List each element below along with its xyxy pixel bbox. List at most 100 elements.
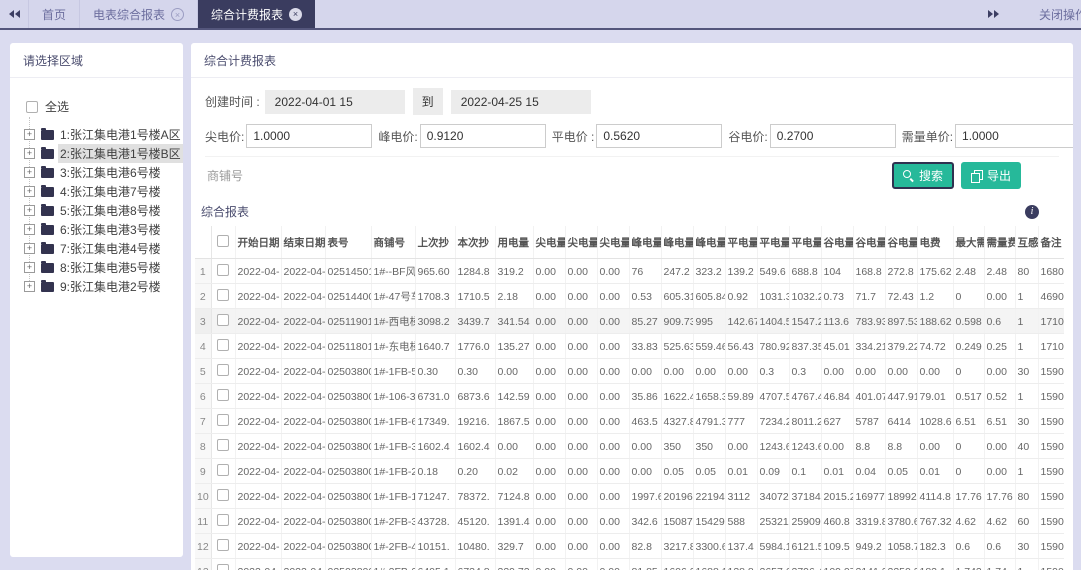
price-input[interactable] — [955, 124, 1073, 148]
expand-tabs-icon[interactable] — [979, 10, 1007, 18]
date-to-label: 到 — [412, 88, 443, 115]
column-header-15[interactable]: 平电量 — [789, 226, 822, 259]
column-header-7[interactable]: 尖电量 — [533, 226, 566, 259]
expand-icon[interactable]: + — [24, 262, 35, 273]
row-checkbox[interactable] — [217, 514, 229, 526]
expand-icon[interactable]: + — [24, 243, 35, 254]
cell: 17.76 — [984, 483, 1016, 509]
tree-item[interactable]: +8:张江集电港5号楼 — [24, 250, 173, 277]
row-checkbox[interactable] — [217, 339, 229, 351]
tab-1[interactable]: 电表综合报表 × — [80, 0, 199, 28]
table-row[interactable]: 10 2022-04- 2022-04- 02503800 1#-1FB-1 71247.… — [195, 483, 1064, 509]
column-header-6[interactable]: 用电量 — [495, 226, 534, 259]
column-header-0[interactable]: 开始日期 — [235, 226, 282, 259]
tree-item[interactable]: +4:张江集电港7号楼 — [24, 174, 173, 201]
tree-item[interactable]: +3:张江集电港6号楼 — [24, 155, 173, 182]
column-header-14[interactable]: 平电量 — [757, 226, 790, 259]
row-checkbox[interactable] — [217, 414, 229, 426]
tab-close-icon[interactable]: × — [289, 7, 303, 21]
row-checkbox[interactable] — [217, 314, 229, 326]
price-input[interactable] — [769, 124, 896, 148]
expand-icon[interactable]: + — [24, 281, 35, 292]
tree-item[interactable]: +9:张江集电港2号楼 — [24, 269, 173, 296]
row-checkbox[interactable] — [217, 464, 229, 476]
export-button[interactable]: 导出 — [960, 162, 1021, 189]
table-row[interactable]: 7 2022-04- 2022-04- 02503800 1#-1FB-6 17349. 1… — [195, 408, 1064, 434]
row-checkbox[interactable] — [217, 264, 229, 276]
table-row[interactable]: 6 2022-04- 2022-04- 02503800 1#-106-3 6731.0 6… — [195, 383, 1064, 409]
select-all-checkbox[interactable] — [26, 100, 38, 113]
date-from-input[interactable] — [264, 89, 405, 114]
row-checkbox[interactable] — [217, 489, 229, 501]
tree-item[interactable]: +6:张江集电港3号楼 — [24, 212, 173, 239]
table-row[interactable]: 8 2022-04- 2022-04- 02503800 1#-1FB-3 1602.4 1… — [195, 433, 1064, 459]
expand-icon[interactable]: + — [24, 205, 35, 216]
price-input[interactable] — [596, 124, 723, 148]
collapse-tabs-icon[interactable] — [0, 0, 28, 28]
cell: 0.00 — [533, 433, 566, 459]
column-header-12[interactable]: 峰电量 — [693, 226, 726, 259]
column-header-16[interactable]: 谷电量 — [821, 226, 854, 259]
tab-2[interactable]: 综合计费报表 × — [198, 0, 316, 28]
tree-item[interactable]: +5:张江集电港8号楼 — [24, 193, 173, 220]
shop-number-input[interactable] — [205, 163, 892, 188]
column-header-5[interactable]: 本次抄 — [455, 226, 496, 259]
expand-icon[interactable]: + — [24, 129, 35, 140]
column-header-20[interactable]: 最大需 — [953, 226, 985, 259]
expand-icon[interactable]: + — [24, 148, 35, 159]
table-row[interactable]: 32022-04-2022-04-025119011#-西电梯3098.2343… — [195, 308, 1064, 334]
tree-item[interactable]: +1:张江集电港1号楼A区 — [24, 117, 181, 144]
cell: 1391.4 — [495, 508, 534, 534]
column-header-18[interactable]: 谷电量 — [885, 226, 918, 259]
table-row[interactable]: 1 2022-04- 2022-04- 02514501 1#--BF风 965.60 12… — [195, 258, 1064, 284]
table-row[interactable]: 12 2022-04- 2022-04- 02503800 1#-2FB-4 10151.… — [195, 533, 1064, 559]
row-checkbox[interactable] — [217, 389, 229, 401]
select-all-label: 全选 — [45, 100, 70, 114]
column-header-21[interactable]: 需量费 — [984, 226, 1016, 259]
cell: 588 — [725, 508, 758, 534]
column-header-1[interactable]: 结束日期 — [281, 226, 326, 259]
tab-close-icon[interactable]: × — [171, 7, 185, 21]
column-header-13[interactable]: 平电量 — [725, 226, 758, 259]
search-button[interactable]: 搜索 — [891, 162, 954, 189]
table-row[interactable]: 42022-04-2022-04-025118011#-东电梯1640.7177… — [195, 333, 1064, 359]
price-input[interactable] — [246, 124, 373, 148]
row-number: 10 — [195, 483, 212, 509]
expand-icon[interactable]: + — [24, 167, 35, 178]
row-checkbox[interactable] — [217, 439, 229, 451]
column-header-10[interactable]: 峰电量 — [629, 226, 662, 259]
cell: 0.00 — [661, 358, 694, 384]
column-header-2[interactable]: 表号 — [325, 226, 372, 259]
tree-item[interactable]: +7:张江集电港4号楼 — [24, 231, 173, 258]
table-row[interactable]: 9 2022-04- 2022-04- 02503800 1#-1FB-2 0.18 0.2… — [195, 458, 1064, 484]
close-operations-menu[interactable]: 关闭操作 — [1039, 6, 1081, 23]
column-header-11[interactable]: 峰电量 — [661, 226, 694, 259]
column-header-8[interactable]: 尖电量 — [565, 226, 598, 259]
column-header-22[interactable]: 互感器 — [1015, 226, 1039, 259]
row-checkbox[interactable] — [217, 364, 229, 376]
column-header-19[interactable]: 电费 — [917, 226, 954, 259]
tree-item[interactable]: +2:张江集电港1号楼B区 — [24, 136, 183, 163]
column-header-23[interactable]: 备注 — [1038, 226, 1064, 259]
date-to-input[interactable] — [450, 89, 591, 114]
cell: 02503800 — [325, 483, 372, 509]
tab-0[interactable]: 首页 — [28, 0, 81, 28]
column-header-4[interactable]: 上次抄 — [415, 226, 456, 259]
column-header-3[interactable]: 商铺号 — [371, 226, 416, 259]
expand-icon[interactable]: + — [24, 224, 35, 235]
row-checkbox[interactable] — [217, 289, 229, 301]
price-input[interactable] — [419, 124, 546, 148]
cell: 1#-1FB-3 — [371, 433, 416, 459]
column-header-9[interactable]: 尖电量 — [597, 226, 630, 259]
cell: 56.43 — [725, 333, 758, 359]
column-header-17[interactable]: 谷电量 — [853, 226, 886, 259]
info-icon[interactable]: i — [1025, 204, 1039, 219]
row-checkbox[interactable] — [217, 564, 229, 570]
table-row[interactable]: 132022-04-2022-04-025038001#-2FB-26405.1… — [195, 558, 1064, 570]
table-row[interactable]: 11 2022-04- 2022-04- 02503800 1#-2FB-3 43728.… — [195, 508, 1064, 534]
table-row[interactable]: 22022-04-2022-04-025144001#-47号车1708.317… — [195, 283, 1064, 309]
table-row[interactable]: 5 2022-04- 2022-04- 02503800 1#-1FB-5 0.30 0.3… — [195, 358, 1064, 384]
row-checkbox[interactable] — [217, 539, 229, 551]
select-all-rows-checkbox[interactable] — [217, 235, 229, 247]
expand-icon[interactable]: + — [24, 186, 35, 197]
